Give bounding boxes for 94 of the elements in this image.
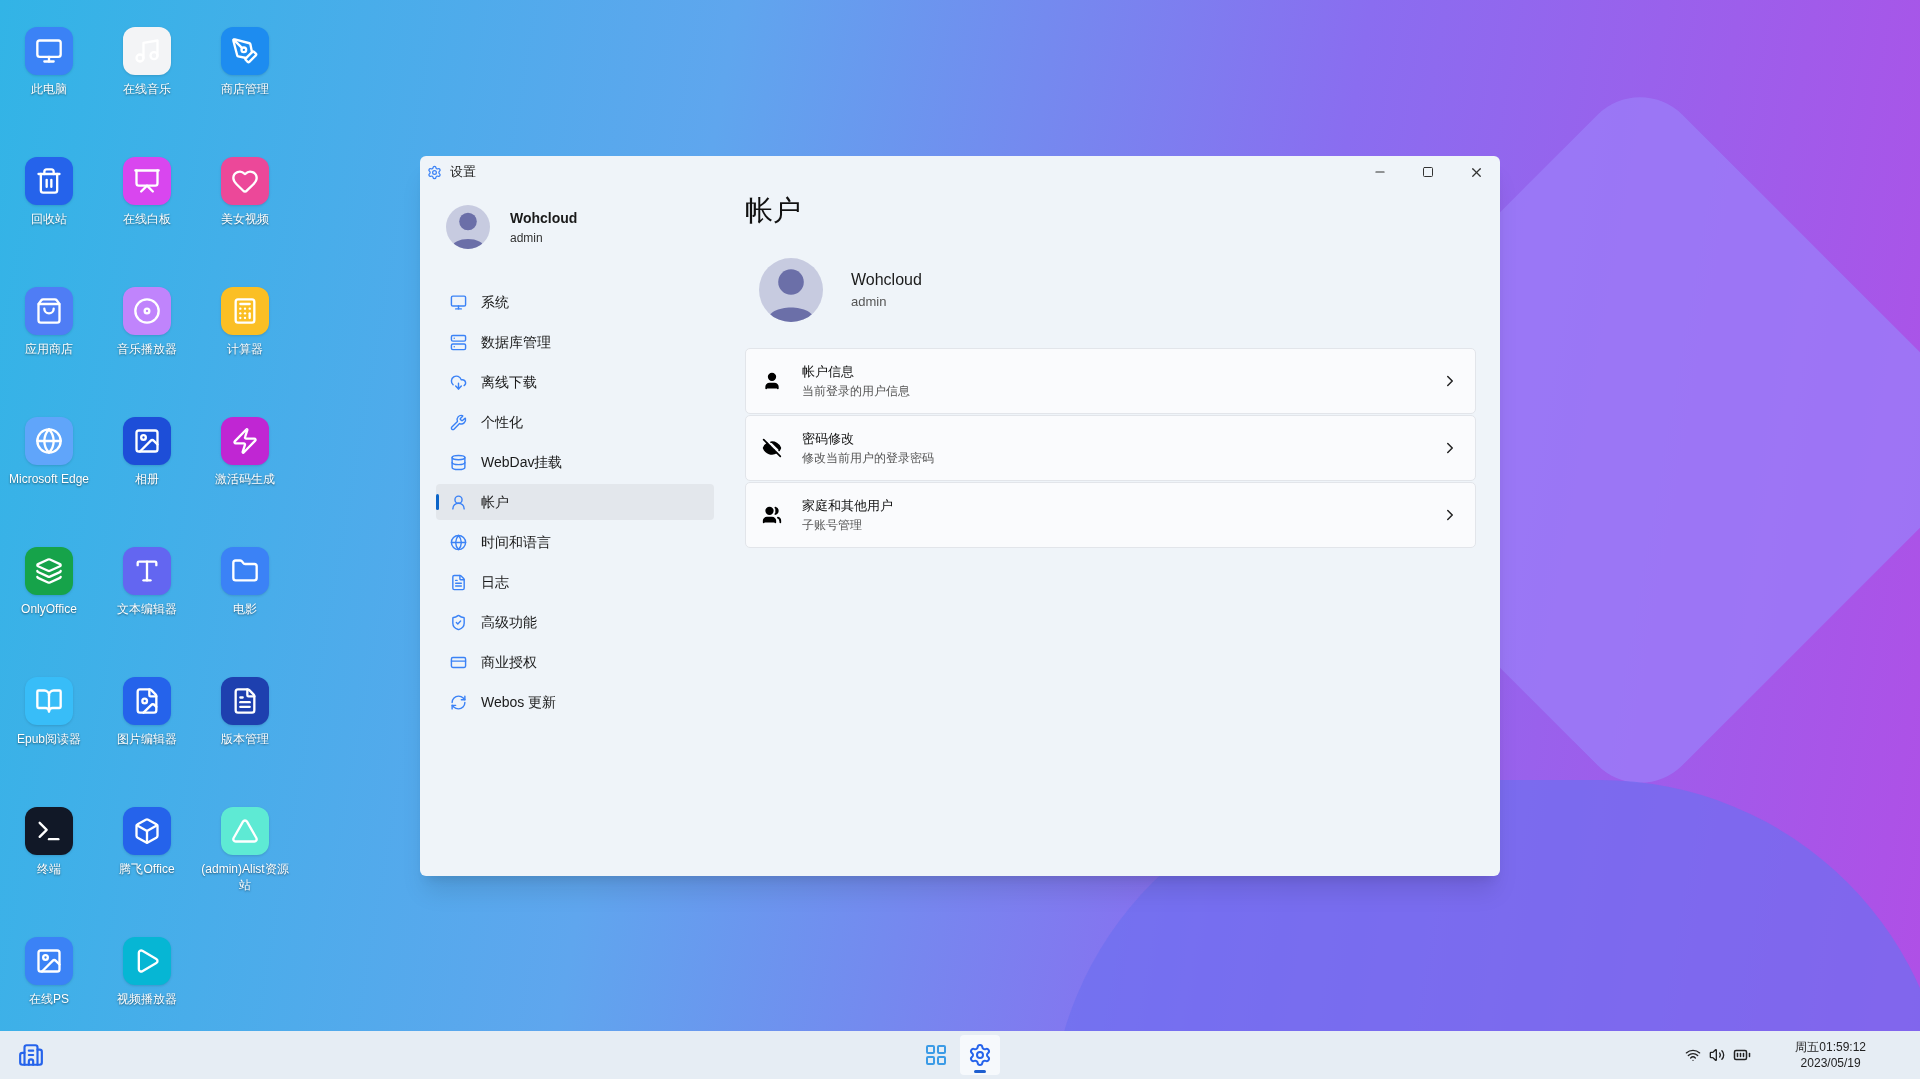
layers-icon[interactable] xyxy=(25,547,73,595)
account-role: admin xyxy=(851,293,888,312)
shopping-bag-icon[interactable] xyxy=(25,287,73,335)
taskbar-app[interactable] xyxy=(960,1035,1000,1075)
desktop-icon-label: 计算器 xyxy=(226,341,264,357)
nav-item[interactable]: Webos 更新 xyxy=(436,684,714,720)
document-icon xyxy=(450,573,467,591)
desktop-icon-label: 腾飞Office xyxy=(118,861,176,877)
card-subtitle: 修改当前用户的登录密码 xyxy=(802,449,934,467)
settings-card[interactable]: 家庭和其他用户 子账号管理 xyxy=(745,482,1476,548)
whiteboard-icon[interactable] xyxy=(123,157,171,205)
wifi-icon[interactable] xyxy=(1685,1047,1702,1063)
desktop-icon-label: 电影 xyxy=(232,601,258,617)
pen-icon[interactable] xyxy=(221,27,269,75)
settings-icon xyxy=(968,1043,992,1067)
shield-check-icon xyxy=(450,613,467,631)
cube-icon[interactable] xyxy=(123,807,171,855)
user-icon xyxy=(762,371,782,391)
desktop-icon-label: 文本编辑器 xyxy=(116,601,178,617)
nav-item[interactable]: 帐户 xyxy=(436,484,714,520)
nav-item[interactable]: 系统 xyxy=(436,284,714,320)
lightning-icon[interactable] xyxy=(221,417,269,465)
nav-item[interactable]: 个性化 xyxy=(436,404,714,440)
building-icon[interactable] xyxy=(18,1042,44,1068)
account-name: Wohcloud xyxy=(851,270,922,291)
desktop-icon-label: 版本管理 xyxy=(220,731,270,747)
globe-icon[interactable] xyxy=(25,417,73,465)
user-icon xyxy=(450,493,467,511)
desktop-icon-label: Epub阅读器 xyxy=(16,731,82,747)
settings-icon xyxy=(427,164,442,180)
settings-card[interactable]: 帐户信息 当前登录的用户信息 xyxy=(745,348,1476,414)
card-subtitle: 子账号管理 xyxy=(802,516,863,534)
nav-item[interactable]: 商业授权 xyxy=(436,644,714,680)
nav-item[interactable]: 日志 xyxy=(436,564,714,600)
clock-date: 2023/05/19 xyxy=(1800,1055,1861,1071)
letter-icon[interactable] xyxy=(123,547,171,595)
card-title: 帐户信息 xyxy=(802,363,855,382)
calculator-icon[interactable] xyxy=(221,287,269,335)
database-icon xyxy=(450,453,467,471)
monitor-icon xyxy=(450,293,467,311)
music-note-icon[interactable] xyxy=(123,27,171,75)
maximize-icon xyxy=(1422,166,1434,178)
card-subtitle: 当前登录的用户信息 xyxy=(802,382,910,400)
eye-off-icon xyxy=(762,438,782,458)
desktop-icon-label: 回收站 xyxy=(30,211,68,227)
play-icon[interactable] xyxy=(123,937,171,985)
desktop-icon-label: 终端 xyxy=(36,861,62,877)
monitor-icon[interactable] xyxy=(25,27,73,75)
server-icon xyxy=(450,333,467,351)
desktop-icon-label: 美女视频 xyxy=(220,211,270,227)
nav-item[interactable]: 数据库管理 xyxy=(436,324,714,360)
desktop-icon-label: 应用商店 xyxy=(24,341,74,357)
card-title: 密码修改 xyxy=(802,430,855,449)
speaker-icon[interactable] xyxy=(1709,1047,1726,1063)
globe-icon xyxy=(450,533,467,551)
desktop-icon-label: 在线白板 xyxy=(122,211,172,227)
wrench-icon xyxy=(450,413,467,431)
picture-icon[interactable] xyxy=(25,937,73,985)
document-icon[interactable] xyxy=(221,677,269,725)
cloud-download-icon xyxy=(450,373,467,391)
clock-time: 周五01:59:12 xyxy=(1795,1039,1866,1055)
nav-item[interactable]: 时间和语言 xyxy=(436,524,714,560)
desktop-icon-label: 音乐播放器 xyxy=(116,341,178,357)
desktop-icon-label: Microsoft Edge xyxy=(7,471,90,487)
users-icon xyxy=(762,505,782,525)
folder-icon[interactable] xyxy=(221,547,269,595)
window-title: 设置 xyxy=(450,163,476,182)
profile-name: Wohcloud xyxy=(510,208,578,228)
nav-item[interactable]: 离线下载 xyxy=(436,364,714,400)
profile-role: admin xyxy=(510,229,544,247)
avatar xyxy=(446,205,490,249)
desktop-icon-label: 在线音乐 xyxy=(122,81,172,97)
grid-icon xyxy=(924,1043,948,1067)
picture-icon[interactable] xyxy=(123,417,171,465)
desktop-icon-label: (admin)Alist资源站 xyxy=(200,861,290,893)
desktop-icon-label: 在线PS xyxy=(28,991,70,1007)
trash-bin-icon[interactable] xyxy=(25,157,73,205)
desktop-icon-label: 商店管理 xyxy=(220,81,270,97)
book-icon[interactable] xyxy=(25,677,73,725)
terminal-icon[interactable] xyxy=(25,807,73,855)
nav-item[interactable]: 高级功能 xyxy=(436,604,714,640)
page-title: 帐户 xyxy=(745,194,802,228)
image-file-icon[interactable] xyxy=(123,677,171,725)
desktop-icon-label: 视频播放器 xyxy=(116,991,178,1007)
desktop-icon-label: OnlyOffice xyxy=(20,601,78,617)
desktop-icon-label: 相册 xyxy=(134,471,160,487)
desktop-icon-label: 激活码生成 xyxy=(214,471,276,487)
nav-item[interactable]: WebDav挂载 xyxy=(436,444,714,480)
card-title: 家庭和其他用户 xyxy=(802,497,893,516)
selection-indicator xyxy=(436,494,439,510)
settings-card[interactable]: 密码修改 修改当前用户的登录密码 xyxy=(745,415,1476,481)
refresh-icon xyxy=(450,693,467,711)
desktop-icon-label: 此电脑 xyxy=(30,81,68,97)
desktop-icon-label: 图片编辑器 xyxy=(116,731,178,747)
